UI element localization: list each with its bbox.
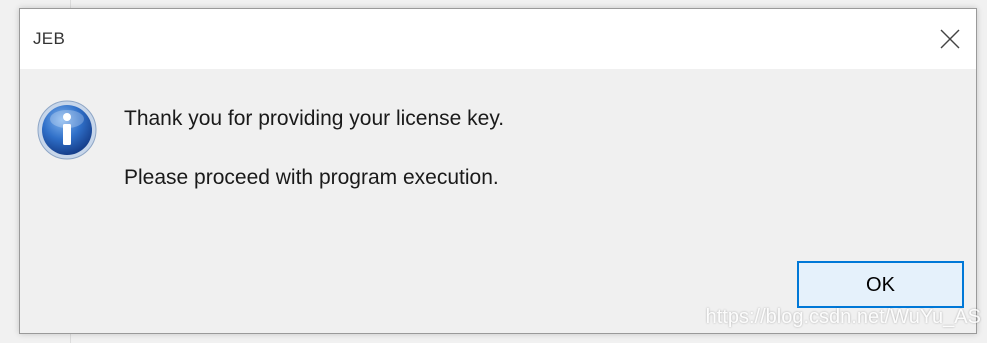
title-bar: JEB xyxy=(20,9,976,69)
dialog-title: JEB xyxy=(33,29,66,48)
close-button[interactable] xyxy=(930,19,970,59)
ok-button-label: OK xyxy=(866,273,895,296)
dialog-message: Thank you for providing your license key… xyxy=(124,105,504,192)
message-line-2: Please proceed with program execution. xyxy=(124,166,499,189)
close-icon xyxy=(940,29,960,49)
ok-button[interactable]: OK xyxy=(797,261,964,308)
message-line-1: Thank you for providing your license key… xyxy=(124,107,505,130)
message-dialog: JEB Thank you for providing your license… xyxy=(19,8,977,334)
info-icon xyxy=(36,99,98,161)
watermark-text: https://blog.csdn.net/WuYu_AS xyxy=(705,306,981,328)
